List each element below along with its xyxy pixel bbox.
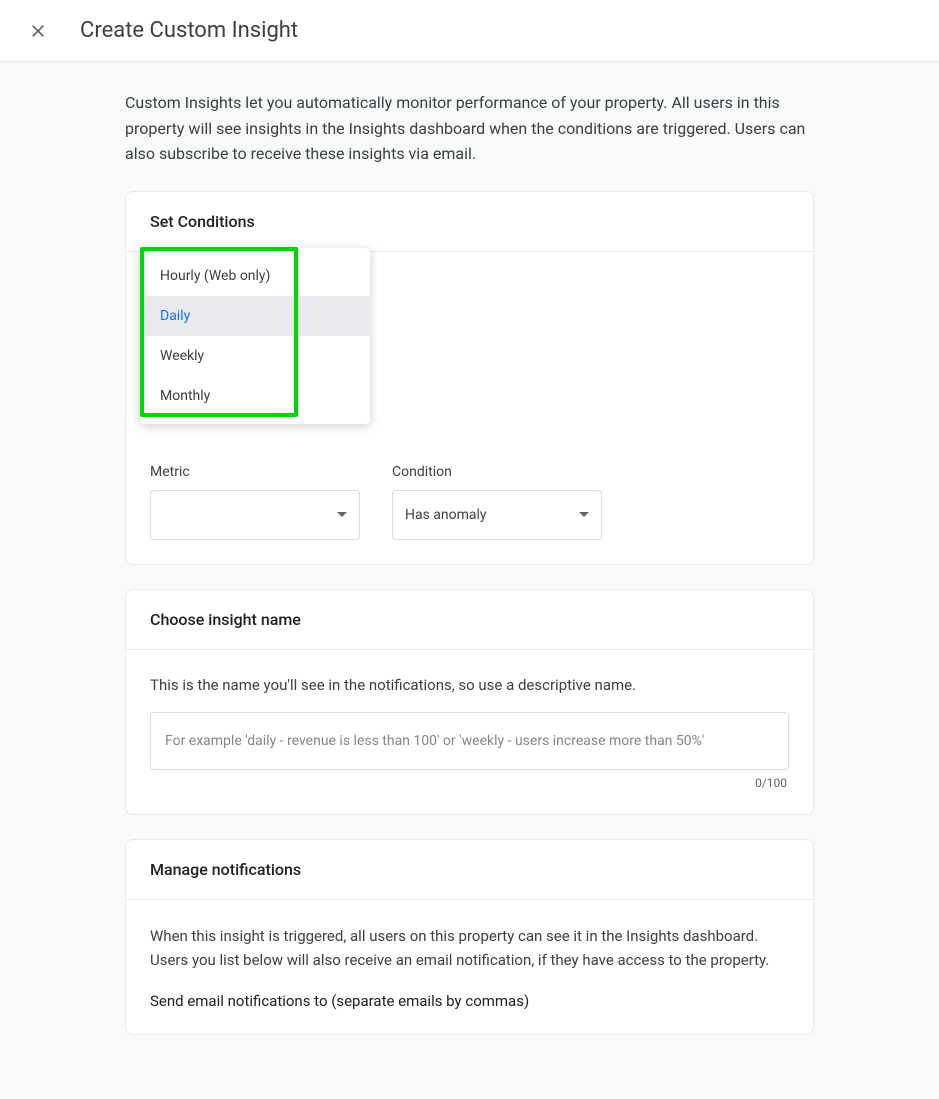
condition-select[interactable]: Has anomaly [392,490,602,540]
email-notifications-label: Send email notifications to (separate em… [150,992,789,1010]
char-counter: 0/100 [150,776,789,790]
page-title: Create Custom Insight [80,18,298,43]
chevron-down-icon [579,512,589,517]
insight-name-input[interactable] [150,712,789,770]
conditions-card: Set Conditions Hourly (Web only) Daily W… [125,191,814,565]
condition-value: Has anomaly [405,507,487,523]
condition-label: Condition [392,464,602,480]
chevron-down-icon [337,512,347,517]
conditions-title: Set Conditions [126,192,813,252]
condition-field: Condition Has anomaly [392,464,602,540]
metric-condition-row: Metric Condition Has anomaly [150,464,789,540]
notifications-body: When this insight is triggered, all user… [126,900,813,1034]
frequency-option-daily[interactable]: Daily [140,296,370,336]
insight-name-body: This is the name you'll see in the notif… [126,650,813,815]
frequency-option-monthly[interactable]: Monthly [140,376,370,416]
intro-text: Custom Insights let you automatically mo… [0,62,939,191]
frequency-option-weekly[interactable]: Weekly [140,336,370,376]
metric-label: Metric [150,464,360,480]
close-icon[interactable] [28,21,48,41]
frequency-option-hourly[interactable]: Hourly (Web only) [140,256,370,296]
conditions-body: Hourly (Web only) Daily Weekly Monthly M… [126,252,813,564]
metric-field: Metric [150,464,360,540]
dialog-header: Create Custom Insight [0,0,939,62]
insight-name-card: Choose insight name This is the name you… [125,589,814,816]
notifications-card: Manage notifications When this insight i… [125,839,814,1035]
content-area: Custom Insights let you automatically mo… [0,62,939,1099]
insight-name-title: Choose insight name [126,590,813,650]
insight-name-helper: This is the name you'll see in the notif… [150,674,789,697]
frequency-dropdown: Hourly (Web only) Daily Weekly Monthly [140,248,370,424]
metric-select[interactable] [150,490,360,540]
notifications-title: Manage notifications [126,840,813,900]
notifications-description: When this insight is triggered, all user… [150,924,789,972]
